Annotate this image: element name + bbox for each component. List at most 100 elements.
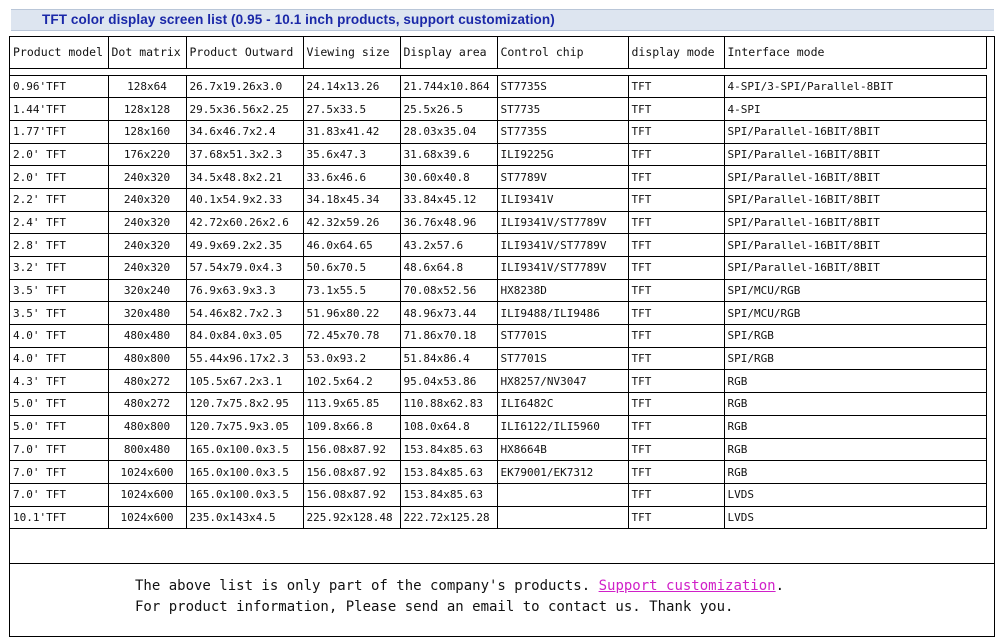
page-title: TFT color display screen list (0.95 - 10…: [42, 12, 555, 27]
cell-display-area: 153.84x85.63: [399, 437, 498, 462]
cell-viewing-size: 35.6x47.3: [302, 142, 401, 167]
cell-viewing-size: 27.5x33.5: [302, 97, 401, 121]
cell-interface-mode: RGB: [723, 437, 987, 462]
cell-product-model: 2.4' TFT: [10, 210, 109, 235]
cell-product-model: 5.0' TFT: [10, 414, 109, 439]
cell-display-area: 153.84x85.63: [399, 460, 498, 484]
cell-dot-matrix: 480x480: [107, 324, 187, 348]
cell-dot-matrix: 128x128: [107, 97, 187, 121]
cell-control-chip: HX8257/NV3047: [496, 369, 629, 394]
cell-viewing-size: 46.0x64.65: [302, 233, 401, 257]
table-row: 2.0' TFT 240x320 34.5x48.8x2.21 33.6x46.6 30…: [10, 165, 987, 189]
cell-control-chip: ST7701S: [496, 324, 629, 348]
cell-product-outward: 235.0x143x4.5: [185, 505, 304, 530]
tft-spec-table: Product model Dot matrix Product Outward…: [10, 37, 987, 530]
cell-display-area: 25.5x26.5: [399, 97, 498, 121]
cell-display-area: 33.84x45.12: [399, 187, 498, 212]
cell-product-model: 4.0' TFT: [10, 324, 109, 348]
cell-interface-mode: SPI/Parallel-16BIT/8BIT: [723, 210, 987, 235]
cell-display-mode: TFT: [627, 437, 725, 462]
cell-dot-matrix: 480x800: [107, 346, 187, 371]
table-row: 7.0' TFT 800x480 165.0x100.0x3.5 156.08x87.…: [10, 437, 987, 462]
cell-control-chip: HX8664B: [496, 437, 629, 462]
cell-viewing-size: 33.6x46.6: [302, 165, 401, 189]
footer-line-2: For product information, Please send an …: [135, 599, 734, 615]
header-interface-mode: Interface mode: [723, 37, 987, 69]
cell-interface-mode: SPI/RGB: [723, 324, 987, 348]
cell-display-area: 28.03x35.04: [399, 119, 498, 144]
cell-viewing-size: 113.9x65.85: [302, 392, 401, 416]
table-row: 2.0' TFT 176x220 37.68x51.3x2.3 35.6x47.3 31…: [10, 142, 987, 167]
cell-dot-matrix: 480x800: [107, 414, 187, 439]
title-bar: TFT color display screen list (0.95 - 10…: [11, 9, 994, 31]
cell-interface-mode: SPI/Parallel-16BIT/8BIT: [723, 119, 987, 144]
cell-interface-mode: SPI/Parallel-16BIT/8BIT: [723, 187, 987, 212]
support-customization-link[interactable]: Support customization: [599, 578, 776, 594]
cell-viewing-size: 102.5x64.2: [302, 369, 401, 394]
cell-product-model: 7.0' TFT: [10, 437, 109, 462]
cell-dot-matrix: 240x320: [107, 233, 187, 257]
table-header-row: Product model Dot matrix Product Outward…: [10, 37, 987, 69]
cell-display-mode: TFT: [627, 414, 725, 439]
cell-dot-matrix: 128x160: [107, 119, 187, 144]
header-viewing-size: Viewing size: [302, 37, 401, 69]
cell-product-outward: 34.6x46.7x2.4: [185, 119, 304, 144]
cell-interface-mode: SPI/Parallel-16BIT/8BIT: [723, 165, 987, 189]
cell-product-outward: 120.7x75.9x3.05: [185, 414, 304, 439]
cell-product-outward: 49.9x69.2x2.35: [185, 233, 304, 257]
table-body: 0.96'TFT 128x64 26.7x19.26x3.0 24.14x13.26 2…: [10, 67, 987, 530]
cell-interface-mode: LVDS: [723, 505, 987, 530]
cell-dot-matrix: 320x240: [107, 278, 187, 303]
cell-display-mode: TFT: [627, 369, 725, 394]
cell-dot-matrix: 240x320: [107, 210, 187, 235]
cell-display-area: 51.84x86.4: [399, 346, 498, 371]
cell-dot-matrix: 480x272: [107, 369, 187, 394]
cell-viewing-size: 73.1x55.5: [302, 278, 401, 303]
cell-interface-mode: 4-SPI/3-SPI/Parallel-8BIT: [723, 74, 987, 99]
spacer-cell: [10, 67, 986, 76]
cell-viewing-size: 42.32x59.26: [302, 210, 401, 235]
cell-display-mode: TFT: [627, 256, 725, 280]
cell-interface-mode: RGB: [723, 369, 987, 394]
cell-control-chip: ILI9341V/ST7789V: [496, 256, 629, 280]
cell-product-outward: 34.5x48.8x2.21: [185, 165, 304, 189]
cell-display-mode: TFT: [627, 482, 725, 507]
cell-viewing-size: 156.08x87.92: [302, 482, 401, 507]
cell-interface-mode: 4-SPI: [723, 97, 987, 121]
cell-viewing-size: 109.8x66.8: [302, 414, 401, 439]
cell-display-mode: TFT: [627, 233, 725, 257]
cell-viewing-size: 53.0x93.2: [302, 346, 401, 371]
cell-interface-mode: SPI/MCU/RGB: [723, 301, 987, 326]
cell-viewing-size: 156.08x87.92: [302, 437, 401, 462]
cell-viewing-size: 72.45x70.78: [302, 324, 401, 348]
cell-product-outward: 57.54x79.0x4.3: [185, 256, 304, 280]
cell-product-model: 5.0' TFT: [10, 392, 109, 416]
cell-product-outward: 55.44x96.17x2.3: [185, 346, 304, 371]
cell-display-mode: TFT: [627, 324, 725, 348]
cell-viewing-size: 24.14x13.26: [302, 74, 401, 99]
cell-dot-matrix: 320x480: [107, 301, 187, 326]
cell-control-chip: ST7735: [496, 97, 629, 121]
cell-dot-matrix: 240x320: [107, 256, 187, 280]
cell-display-mode: TFT: [627, 392, 725, 416]
cell-dot-matrix: 128x64: [107, 74, 187, 99]
cell-product-outward: 76.9x63.9x3.3: [185, 278, 304, 303]
cell-interface-mode: RGB: [723, 460, 987, 484]
cell-dot-matrix: 176x220: [107, 142, 187, 167]
cell-display-area: 43.2x57.6: [399, 233, 498, 257]
cell-product-model: 3.5' TFT: [10, 301, 109, 326]
cell-product-model: 0.96'TFT: [10, 74, 109, 99]
header-display-mode: display mode: [627, 37, 725, 69]
table-row: 2.2' TFT 240x320 40.1x54.9x2.33 34.18x45.34…: [10, 187, 987, 212]
cell-display-area: 110.88x62.83: [399, 392, 498, 416]
cell-viewing-size: 51.96x80.22: [302, 301, 401, 326]
cell-control-chip: ILI6122/ILI5960: [496, 414, 629, 439]
cell-product-outward: 105.5x67.2x3.1: [185, 369, 304, 394]
cell-viewing-size: 34.18x45.34: [302, 187, 401, 212]
cell-control-chip: ILI9341V: [496, 187, 629, 212]
cell-product-model: 2.0' TFT: [10, 142, 109, 167]
table-row: 1.77'TFT 128x160 34.6x46.7x2.4 31.83x41.42 2…: [10, 119, 987, 144]
cell-product-model: 2.8' TFT: [10, 233, 109, 257]
cell-display-mode: TFT: [627, 460, 725, 484]
cell-control-chip: ST7735S: [496, 119, 629, 144]
